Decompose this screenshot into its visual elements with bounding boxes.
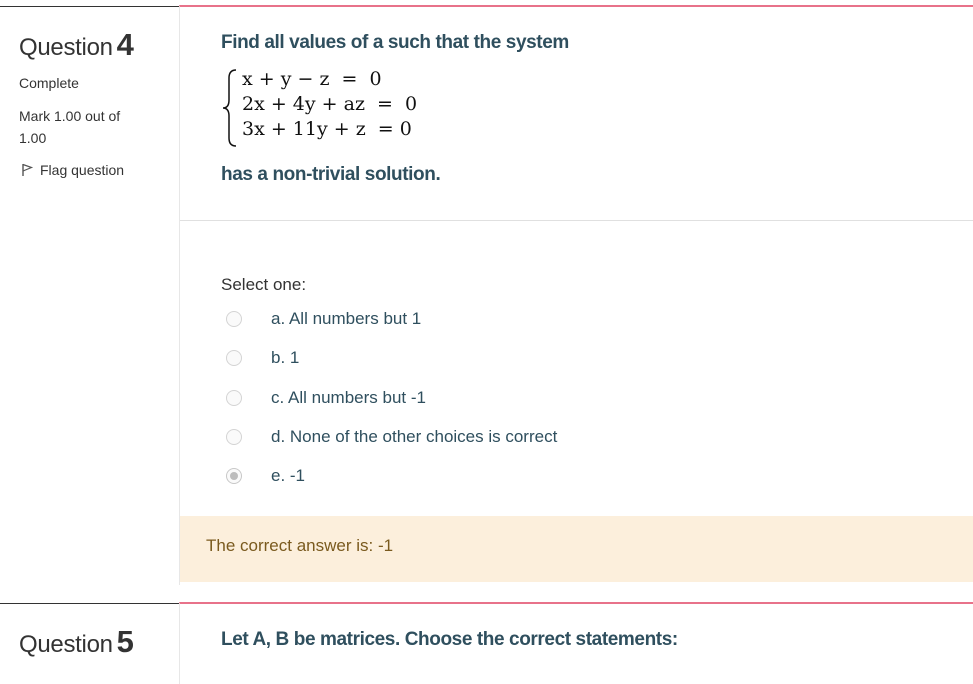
question-text-continued: has a non-trivial solution. [221,164,441,185]
option-d[interactable]: d. None of the other choices is correct [226,425,557,449]
correct-answer-text: The correct answer is: -1 [206,536,394,555]
option-b-label[interactable]: b. 1 [271,348,299,368]
left-brace-icon [222,69,237,147]
question-text: Find all values of a such that the syste… [221,32,569,53]
option-a[interactable]: a. All numbers but 1 [226,307,421,331]
question-number: 4 [116,27,134,62]
option-c[interactable]: c. All numbers but -1 [226,386,426,410]
option-a-radio[interactable] [226,311,242,327]
question-label: Question [19,631,113,658]
equation-row-2: 2x + 4y + az = 0 [242,93,418,115]
question-grade: Mark 1.00 out of 1.00 [19,108,121,146]
option-c-label[interactable]: c. All numbers but -1 [271,388,426,408]
option-c-radio[interactable] [226,390,242,406]
option-a-label[interactable]: a. All numbers but 1 [271,309,421,329]
option-e[interactable]: e. -1 [226,464,305,488]
feedback-box: The correct answer is: -1 [180,516,973,582]
question-5-text: Let A, B be matrices. Choose the correct… [221,629,678,650]
equation-row-1: x + y − z = 0 [242,68,382,90]
option-b-radio[interactable] [226,350,242,366]
question-4-info [0,6,179,587]
question-label: Question [19,34,113,61]
question-4-heading: Question 4 [19,27,134,63]
flag-question-label: Flag question [40,162,125,178]
option-b[interactable]: b. 1 [226,346,299,370]
option-e-label[interactable]: e. -1 [271,466,305,486]
option-d-radio[interactable] [226,429,242,445]
equation-row-3: 3x + 11y + z = 0 [242,118,412,140]
question-state: Complete [19,75,79,91]
question-number: 5 [116,624,134,659]
flag-question-button[interactable]: Flag question [21,162,124,178]
equation-system: x + y − z = 0 2x + 4y + az = 0 3x + 11y … [221,68,521,148]
flag-icon [22,163,33,176]
question-5-heading: Question 5 [19,624,134,660]
select-one-prompt: Select one: [221,275,307,294]
option-e-radio[interactable] [226,468,242,484]
option-d-label[interactable]: d. None of the other choices is correct [271,427,557,447]
section-divider [180,220,973,221]
